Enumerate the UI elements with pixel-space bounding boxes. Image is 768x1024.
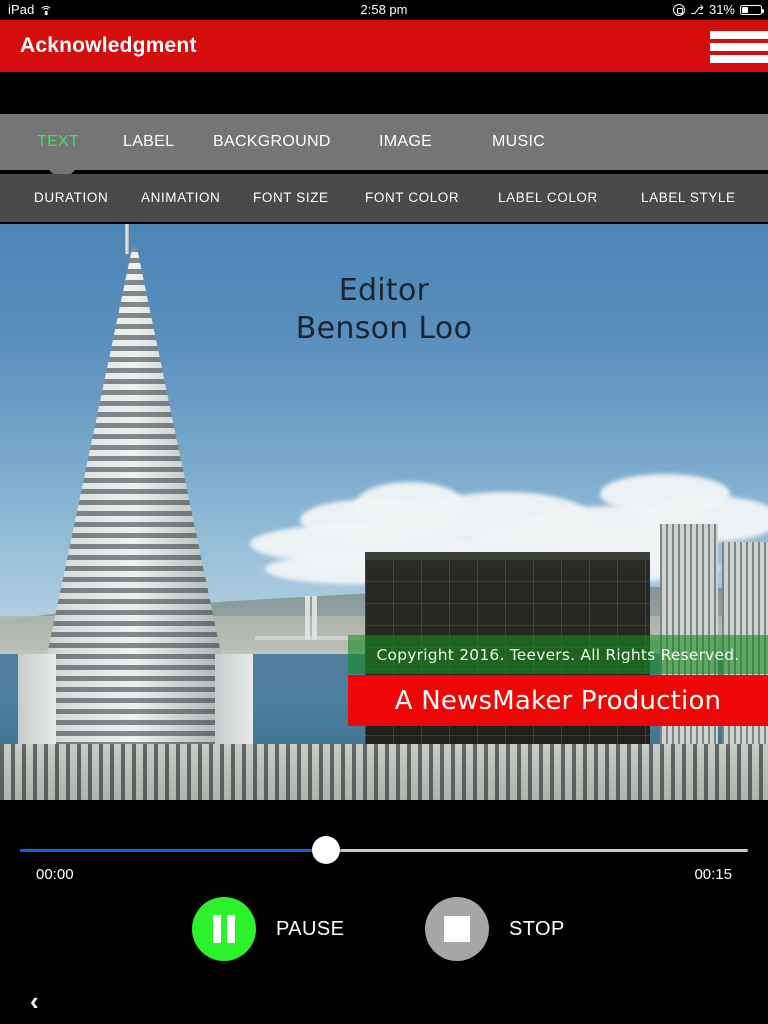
tab-background[interactable]: BACKGROUND bbox=[213, 114, 331, 170]
copyright-banner[interactable]: Copyright 2016. Teevers. All Rights Rese… bbox=[348, 635, 768, 674]
tab-duration[interactable]: DURATION bbox=[34, 174, 108, 222]
page-title: Acknowledgment bbox=[20, 34, 197, 57]
slider-thumb[interactable] bbox=[311, 836, 340, 864]
tab-text[interactable]: TEXT bbox=[37, 114, 79, 170]
cloud bbox=[600, 474, 730, 514]
pause-icon bbox=[192, 897, 256, 961]
production-banner-text: A NewsMaker Production bbox=[394, 685, 722, 716]
foreground-rooftops bbox=[0, 744, 768, 800]
slider-fill bbox=[20, 849, 326, 852]
primary-tab-bar: TEXT LABEL BACKGROUND IMAGE MUSIC bbox=[0, 114, 768, 170]
hamburger-menu-icon[interactable] bbox=[710, 29, 768, 65]
bluetooth-icon: ⎇ bbox=[690, 3, 704, 17]
credit-line-name: Benson Loo bbox=[295, 311, 473, 346]
battery-icon bbox=[740, 5, 765, 15]
tab-label-color[interactable]: LABEL COLOR bbox=[498, 174, 598, 222]
tab-font-size[interactable]: FONT SIZE bbox=[253, 174, 329, 222]
duration-time: 00:15 bbox=[694, 866, 732, 883]
stop-button[interactable]: STOP bbox=[425, 897, 565, 961]
pause-button-label: PAUSE bbox=[276, 917, 345, 940]
copyright-banner-text: Copyright 2016. Teevers. All Rights Rese… bbox=[376, 645, 740, 664]
stop-icon bbox=[425, 897, 489, 961]
player-controls: 00:00 00:15 PAUSE STOP ‹ bbox=[0, 800, 768, 1024]
rotation-lock-icon bbox=[673, 4, 686, 16]
header-spacer bbox=[0, 72, 768, 114]
tab-animation[interactable]: ANIMATION bbox=[141, 174, 220, 222]
pause-button[interactable]: PAUSE bbox=[192, 897, 344, 961]
tab-label[interactable]: LABEL bbox=[123, 114, 174, 170]
pyramid-spire bbox=[125, 224, 129, 254]
playback-slider[interactable] bbox=[20, 836, 748, 864]
tab-music[interactable]: MUSIC bbox=[492, 114, 545, 170]
battery-percent: 31% bbox=[708, 2, 735, 17]
production-banner[interactable]: A NewsMaker Production bbox=[348, 675, 768, 726]
app-header: Acknowledgment bbox=[0, 20, 768, 72]
video-preview-canvas[interactable]: Editor Benson Loo Copyright 2016. Teever… bbox=[0, 224, 768, 800]
status-bar-right: ⎇ 31% bbox=[673, 0, 765, 20]
ios-status-bar: iPad 2:58 pm ⎇ 31% bbox=[0, 0, 768, 20]
elapsed-time: 00:00 bbox=[36, 866, 74, 883]
tab-image[interactable]: IMAGE bbox=[379, 114, 432, 170]
status-bar-clock: 2:58 pm bbox=[360, 2, 408, 17]
app-root: iPad 2:58 pm ⎇ 31% Acknowledgment TEXT L… bbox=[0, 0, 768, 1024]
tab-label-style[interactable]: LABEL STYLE bbox=[641, 174, 736, 222]
back-chevron-icon[interactable]: ‹ bbox=[30, 984, 70, 1018]
secondary-tab-bar: DURATION ANIMATION FONT SIZE FONT COLOR … bbox=[0, 174, 768, 222]
credit-text-overlay[interactable]: Editor Benson Loo bbox=[0, 272, 768, 348]
stop-button-label: STOP bbox=[509, 917, 565, 940]
credit-line-role: Editor bbox=[338, 273, 430, 308]
bay-bridge-tower bbox=[312, 596, 317, 640]
bay-bridge-tower bbox=[305, 596, 310, 640]
tab-font-color[interactable]: FONT COLOR bbox=[365, 174, 459, 222]
transport-buttons: PAUSE STOP bbox=[0, 897, 768, 967]
